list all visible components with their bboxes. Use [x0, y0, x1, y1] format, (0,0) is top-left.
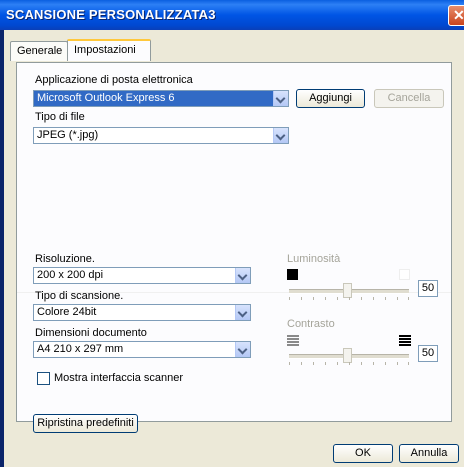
tab-label: Generale — [17, 45, 63, 57]
docsize-value: A4 210 x 297 mm — [37, 343, 124, 355]
close-icon: ✕ — [453, 7, 464, 23]
contrast-ticks — [289, 362, 409, 366]
contrast-value[interactable]: 50 — [418, 345, 438, 362]
high-contrast-icon — [399, 335, 411, 346]
email-app-select[interactable]: Microsoft Outlook Express 6 — [33, 90, 289, 107]
docsize-label: Dimensioni documento — [35, 327, 147, 339]
resolution-select[interactable]: 200 x 200 dpi — [33, 267, 251, 284]
chevron-down-icon[interactable] — [235, 305, 250, 320]
light-square-icon — [399, 269, 410, 280]
chevron-down-icon[interactable] — [235, 342, 250, 357]
restore-defaults-button[interactable]: Ripristina predefiniti — [33, 414, 138, 433]
tab-impostazioni[interactable]: Impostazioni — [67, 39, 151, 61]
window-title: SCANSIONE PERSONALIZZATA3 — [6, 7, 216, 22]
filetype-value: JPEG (*.jpg) — [37, 129, 99, 141]
brightness-slider[interactable] — [343, 283, 352, 298]
dark-square-icon — [287, 269, 298, 280]
filetype-select[interactable]: JPEG (*.jpg) — [33, 127, 289, 144]
show-scanner-checkbox[interactable] — [37, 372, 50, 385]
docsize-select[interactable]: A4 210 x 297 mm — [33, 341, 251, 358]
close-button[interactable]: ✕ — [448, 5, 464, 26]
scantype-value: Colore 24bit — [37, 306, 97, 318]
ok-button[interactable]: OK — [333, 444, 393, 463]
brightness-value[interactable]: 50 — [418, 280, 438, 297]
chevron-down-icon[interactable] — [235, 268, 250, 283]
low-contrast-icon — [287, 335, 299, 346]
tab-generale[interactable]: Generale — [10, 41, 68, 61]
chevron-down-icon[interactable] — [273, 91, 288, 106]
resolution-value: 200 x 200 dpi — [37, 269, 104, 281]
email-app-label: Applicazione di posta elettronica — [35, 74, 193, 86]
brightness-ticks — [289, 297, 409, 301]
resolution-label: Risoluzione. — [35, 253, 95, 265]
title-bar[interactable]: SCANSIONE PERSONALIZZATA3 ✕ — [0, 0, 464, 30]
scantype-select[interactable]: Colore 24bit — [33, 304, 251, 321]
tab-label: Impostazioni — [74, 44, 136, 56]
chevron-down-icon[interactable] — [273, 128, 288, 143]
contrast-label: Contrasto — [287, 318, 335, 330]
add-button[interactable]: Aggiungi — [296, 89, 365, 108]
delete-button[interactable]: Cancella — [374, 89, 444, 108]
show-scanner-label: Mostra interfaccia scanner — [54, 372, 183, 384]
filetype-label: Tipo di file — [35, 111, 85, 123]
contrast-slider[interactable] — [343, 348, 352, 363]
brightness-label: Luminosità — [287, 253, 341, 265]
email-app-value: Microsoft Outlook Express 6 — [37, 92, 175, 104]
scantype-label: Tipo di scansione. — [35, 290, 124, 302]
cancel-button[interactable]: Annulla — [399, 444, 459, 463]
